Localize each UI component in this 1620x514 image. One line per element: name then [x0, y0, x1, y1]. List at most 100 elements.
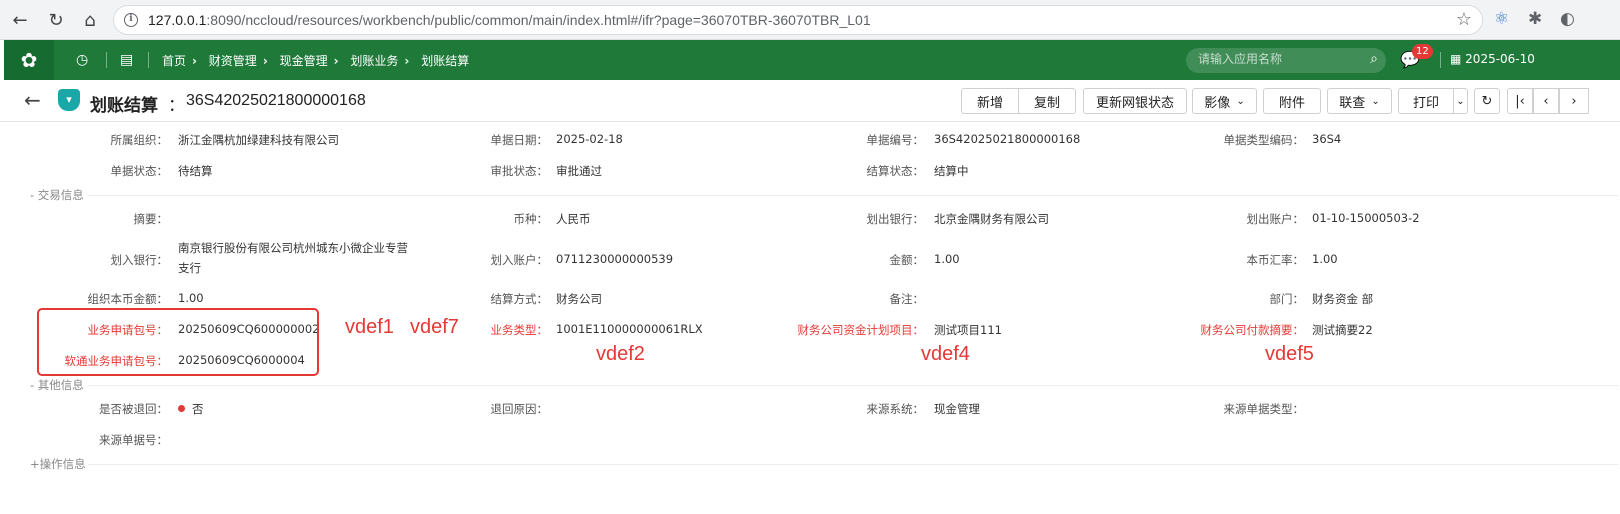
- attachment-button[interactable]: 附件: [1263, 88, 1321, 114]
- annotation-vdef5: vdef5: [1265, 343, 1314, 365]
- settle-method-label: 结算方式：: [490, 292, 549, 306]
- settle-method-value: 财务公司: [556, 292, 602, 306]
- print-dropdown-toggle[interactable]: ⌄: [1453, 88, 1468, 114]
- chevron-down-icon: ⌄: [1236, 95, 1245, 107]
- reload-icon[interactable]: ↻: [42, 6, 70, 34]
- org-amount-label: 组织本币金额：: [87, 292, 169, 306]
- currency-label: 币种：: [513, 212, 549, 226]
- search-icon[interactable]: ⌕: [1370, 51, 1378, 67]
- approve-status-value: 审批通过: [556, 164, 602, 178]
- fund-plan-value: 测试项目111: [934, 323, 1002, 337]
- exchange-rate-value: 1.00: [1312, 252, 1338, 266]
- message-count-badge: 12: [1412, 44, 1433, 59]
- approve-status-label: 审批状态：: [490, 164, 549, 178]
- breadcrumb-transfer[interactable]: 划账业务: [350, 52, 398, 69]
- out-account-value: 01-10-15000503-2: [1312, 211, 1420, 225]
- org-amount-value: 1.00: [178, 291, 204, 305]
- app-header: ✿ ◷ ▤ 首页› 财资管理› 现金管理› 划账业务› 划账结算 ⌕ 💬 12 …: [4, 40, 1620, 80]
- chevron-down-icon: ⌄: [1456, 95, 1465, 107]
- section-other-info[interactable]: - 其他信息: [30, 377, 1613, 393]
- breadcrumb-cash[interactable]: 现金管理: [280, 52, 328, 69]
- home-icon[interactable]: ⌂: [76, 6, 104, 34]
- first-page-icon: |‹: [1515, 93, 1525, 109]
- app-logo-icon[interactable]: ✿: [4, 40, 54, 80]
- bill-code: 36S42025021800000168: [186, 92, 366, 109]
- breadcrumb-home[interactable]: 首页: [162, 52, 186, 69]
- annotation-vdef7: vdef7: [410, 316, 459, 338]
- prev-record-button[interactable]: ‹: [1533, 88, 1559, 114]
- bill-status-label: 单据状态：: [110, 164, 169, 178]
- section-trade-info[interactable]: - 交易信息: [30, 187, 1613, 203]
- refresh-button[interactable]: ↻: [1474, 88, 1500, 114]
- divider: [106, 52, 107, 68]
- react-devtools-icon[interactable]: ⚛: [1494, 9, 1509, 29]
- amount-value: 1.00: [934, 252, 960, 266]
- breadcrumb: 首页 › 财资管理 › 现金管理 › 划账业务 › 划账结算: [162, 52, 475, 69]
- settle-status-label: 结算状态：: [866, 164, 925, 178]
- chevron-down-icon: ⌄: [1371, 95, 1380, 107]
- chevron-right-icon: ›: [192, 54, 197, 68]
- url-text: 127.0.0.1:8090/nccloud/resources/workben…: [148, 12, 871, 28]
- settle-status-value: 结算中: [934, 164, 969, 178]
- copy-button[interactable]: 复制: [1018, 88, 1076, 114]
- update-bank-status-button[interactable]: 更新网银状态: [1083, 88, 1187, 114]
- section-operation-info[interactable]: +操作信息: [30, 456, 1608, 472]
- biz-type-label: 业务类型：: [490, 323, 549, 337]
- currency-value: 人民币: [556, 212, 591, 226]
- bill-status-value: 待结算: [178, 164, 213, 178]
- in-bank-value: 南京银行股份有限公司杭州城东小微企业专营支行: [178, 241, 408, 275]
- annotation-vdef4: vdef4: [921, 343, 970, 365]
- amount-label: 金额：: [889, 253, 925, 267]
- payment-summary-label: 财务公司付款摘要：: [1200, 323, 1305, 337]
- bill-no-value: 36S42025021800000168: [934, 132, 1081, 146]
- back-icon[interactable]: ←: [6, 6, 34, 34]
- document-icon[interactable]: ▤: [120, 52, 133, 68]
- add-button[interactable]: 新增: [961, 88, 1019, 114]
- print-button[interactable]: 打印: [1398, 88, 1454, 114]
- status-dot-icon: [178, 405, 185, 412]
- in-bank-label: 划入银行：: [110, 253, 169, 267]
- image-dropdown-button[interactable]: 影像 ⌄: [1192, 88, 1257, 114]
- title-colon: ：: [168, 96, 185, 116]
- bill-type-value: 36S4: [1312, 132, 1342, 146]
- in-account-value: 0711230000000539: [556, 252, 674, 266]
- source-bill-type-label: 来源单据类型：: [1223, 402, 1305, 416]
- returned-label: 是否被退回：: [99, 402, 168, 416]
- app-search[interactable]: ⌕: [1186, 48, 1386, 73]
- title-bar: ← ▾ 划账结算 ： 36S42025021800000168 新增 复制 更新…: [0, 80, 1620, 122]
- org-value: 浙江金隅杭加绿建科技有限公司: [178, 133, 339, 147]
- in-account-label: 划入账户：: [490, 253, 549, 267]
- divider: [148, 52, 149, 68]
- business-date[interactable]: ▦ 2025-06-10: [1450, 52, 1535, 66]
- source-system-label: 来源系统：: [866, 402, 925, 416]
- summary-label: 摘要：: [133, 212, 169, 226]
- profile-icon[interactable]: ◐: [1560, 9, 1575, 29]
- chevron-left-icon: ‹: [1543, 93, 1549, 109]
- breadcrumb-current: 划账结算: [421, 54, 470, 68]
- browser-toolbar: ← ↻ ⌂ i 127.0.0.1:8090/nccloud/resources…: [0, 0, 1620, 40]
- remark-label: 备注：: [889, 292, 925, 306]
- highlight-box: [37, 308, 319, 376]
- back-arrow-icon[interactable]: ←: [24, 88, 41, 112]
- breadcrumb-treasury[interactable]: 财资管理: [209, 52, 257, 69]
- bill-no-label: 单据编号：: [866, 133, 925, 147]
- exchange-rate-label: 本币汇率：: [1246, 253, 1305, 267]
- extensions-icon[interactable]: ✱: [1528, 9, 1542, 29]
- bill-date-value: 2025-02-18: [556, 132, 623, 146]
- org-label: 所属组织：: [110, 133, 169, 147]
- bookmark-star-icon[interactable]: ☆: [1456, 9, 1472, 30]
- address-bar[interactable]: i 127.0.0.1:8090/nccloud/resources/workb…: [113, 5, 1483, 35]
- clock-icon[interactable]: ◷: [76, 52, 88, 68]
- source-bill-no-label: 来源单据号：: [99, 433, 168, 447]
- info-icon[interactable]: i: [124, 13, 138, 27]
- first-record-button[interactable]: |‹: [1507, 88, 1533, 114]
- out-bank-value: 北京金隅财务有限公司: [934, 212, 1049, 226]
- bill-shield-icon: ▾: [58, 89, 80, 111]
- next-record-button[interactable]: ›: [1559, 88, 1589, 114]
- bill-type-label: 单据类型编码：: [1223, 133, 1305, 147]
- calendar-icon: ▦: [1450, 52, 1462, 66]
- app-search-input[interactable]: [1198, 52, 1358, 66]
- refresh-icon: ↻: [1481, 93, 1493, 109]
- payment-summary-value: 测试摘要22: [1312, 323, 1373, 337]
- link-query-dropdown-button[interactable]: 联查 ⌄: [1327, 88, 1392, 114]
